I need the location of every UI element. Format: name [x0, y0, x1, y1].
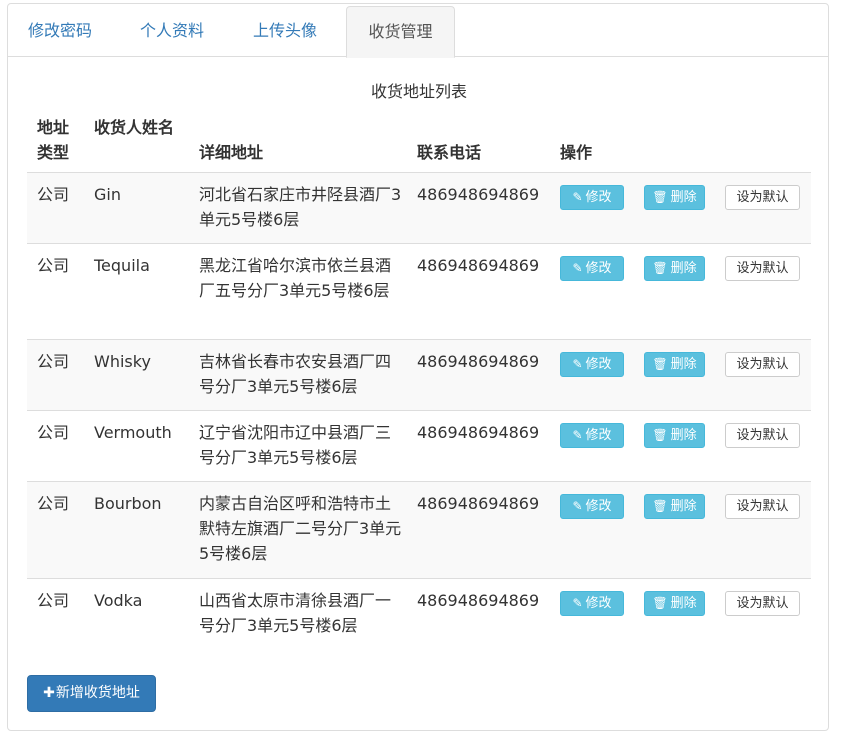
cell-address: 内蒙古自治区呼和浩特市土默特左旗酒厂二号分厂3单元5号楼6层 [199, 494, 402, 563]
add-address-label: 新增收货地址 [55, 685, 140, 701]
delete-label: 删除 [670, 261, 697, 276]
trash-icon: 🗑 [652, 261, 668, 275]
edit-button[interactable]: ✎ 修改 [560, 591, 624, 616]
set-default-button[interactable]: 设为默认 [725, 494, 800, 519]
cell-type: 公司 [37, 352, 70, 371]
edit-icon: ✎ [572, 499, 583, 513]
set-default-button[interactable]: 设为默认 [725, 256, 800, 281]
delete-button[interactable]: 🗑 删除 [644, 352, 705, 377]
cell-type: 公司 [37, 591, 70, 610]
table-row: 公司 Vermouth 辽宁省沈阳市辽中县酒厂三号分厂3单元5号楼6层 4869486… [27, 410, 811, 481]
header-actions: 操作 [560, 143, 593, 162]
set-default-button[interactable]: 设为默认 [725, 352, 800, 377]
trash-icon: 🗑 [652, 499, 668, 513]
add-address-button[interactable]: ✚新增收货地址 [27, 675, 156, 712]
cell-phone: 486948694869 [417, 256, 540, 275]
cell-type: 公司 [37, 256, 70, 275]
cell-name: Vodka [94, 591, 143, 610]
cell-address: 吉林省长春市农安县酒厂四号分厂3单元5号楼6层 [199, 352, 392, 396]
trash-icon: 🗑 [652, 357, 668, 371]
delete-button[interactable]: 🗑 删除 [644, 423, 705, 448]
table-row: 公司 Bourbon 内蒙古自治区呼和浩特市土默特左旗酒厂二号分厂3单元5号楼6层 4… [27, 481, 811, 578]
cell-address: 黑龙江省哈尔滨市依兰县酒厂五号分厂3单元5号楼6层 [199, 256, 392, 300]
edit-button[interactable]: ✎ 修改 [560, 352, 624, 377]
delete-label: 删除 [670, 596, 697, 611]
edit-label: 修改 [585, 261, 612, 276]
edit-label: 修改 [585, 190, 612, 205]
table-row: 公司 Gin 河北省石家庄市井陉县酒厂3单元5号楼6层 486948694869 ✎ 修改… [27, 172, 811, 243]
address-panel: 修改密码 个人资料 上传头像 收货管理 收货地址列表 地址类型 收货人姓名 详细… [7, 3, 829, 731]
trash-icon: 🗑 [652, 596, 668, 610]
trash-icon: 🗑 [652, 428, 668, 442]
cell-type: 公司 [37, 423, 70, 442]
edit-label: 修改 [585, 428, 612, 443]
cell-address: 河北省石家庄市井陉县酒厂3单元5号楼6层 [199, 185, 402, 229]
cell-name: Bourbon [94, 494, 162, 513]
delete-label: 删除 [670, 357, 697, 372]
set-default-button[interactable]: 设为默认 [725, 423, 800, 448]
delete-label: 删除 [670, 499, 697, 514]
edit-icon: ✎ [572, 261, 583, 275]
header-name: 收货人姓名 [94, 118, 175, 137]
cell-name: Vermouth [94, 423, 172, 442]
table-header: 地址类型 收货人姓名 详细地址 联系电话 操作 [27, 112, 811, 174]
header-type: 地址类型 [37, 118, 70, 162]
tab-change-password[interactable]: 修改密码 [28, 4, 92, 57]
edit-icon: ✎ [572, 190, 583, 204]
table-caption: 收货地址列表 [370, 82, 467, 101]
edit-icon: ✎ [572, 428, 583, 442]
delete-label: 删除 [670, 190, 697, 205]
cell-phone: 486948694869 [417, 423, 540, 442]
table-row: 公司 Vodka 山西省太原市清徐县酒厂一号分厂3单元5号楼6层 4869486948… [27, 578, 811, 644]
cell-name: Gin [94, 185, 121, 204]
trash-icon: 🗑 [652, 190, 668, 204]
tab-upload-avatar[interactable]: 上传头像 [253, 4, 317, 57]
set-default-button[interactable]: 设为默认 [725, 185, 800, 210]
table-row: 公司 Whisky 吉林省长春市农安县酒厂四号分厂3单元5号楼6层 486948694… [27, 339, 811, 410]
edit-button[interactable]: ✎ 修改 [560, 256, 624, 281]
header-phone: 联系电话 [417, 143, 482, 162]
delete-button[interactable]: 🗑 删除 [644, 256, 705, 281]
cell-name: Whisky [94, 352, 151, 371]
edit-button[interactable]: ✎ 修改 [560, 185, 624, 210]
cell-phone: 486948694869 [417, 352, 540, 371]
cell-address: 山西省太原市清徐县酒厂一号分厂3单元5号楼6层 [199, 591, 392, 635]
cell-phone: 486948694869 [417, 591, 540, 610]
cell-address: 辽宁省沈阳市辽中县酒厂三号分厂3单元5号楼6层 [199, 423, 392, 467]
edit-icon: ✎ [572, 596, 583, 610]
header-address: 详细地址 [199, 143, 264, 162]
edit-button[interactable]: ✎ 修改 [560, 423, 624, 448]
edit-icon: ✎ [572, 357, 583, 371]
edit-label: 修改 [585, 596, 612, 611]
edit-label: 修改 [585, 499, 612, 514]
tab-bar: 修改密码 个人资料 上传头像 收货管理 [8, 4, 828, 58]
delete-label: 删除 [670, 428, 697, 443]
cell-type: 公司 [37, 494, 70, 513]
edit-label: 修改 [585, 357, 612, 372]
cell-name: Tequila [94, 256, 150, 275]
edit-button[interactable]: ✎ 修改 [560, 494, 624, 519]
delete-button[interactable]: 🗑 删除 [644, 494, 705, 519]
tab-profile[interactable]: 个人资料 [140, 4, 204, 57]
delete-button[interactable]: 🗑 删除 [644, 185, 705, 210]
delete-button[interactable]: 🗑 删除 [644, 591, 705, 616]
tab-address-management[interactable]: 收货管理 [346, 6, 455, 58]
cell-phone: 486948694869 [417, 494, 540, 513]
cell-phone: 486948694869 [417, 185, 540, 204]
cell-type: 公司 [37, 185, 70, 204]
table-row: 公司 Tequila 黑龙江省哈尔滨市依兰县酒厂五号分厂3单元5号楼6层 486948… [27, 243, 811, 339]
set-default-button[interactable]: 设为默认 [725, 591, 800, 616]
plus-icon: ✚ [43, 685, 55, 701]
